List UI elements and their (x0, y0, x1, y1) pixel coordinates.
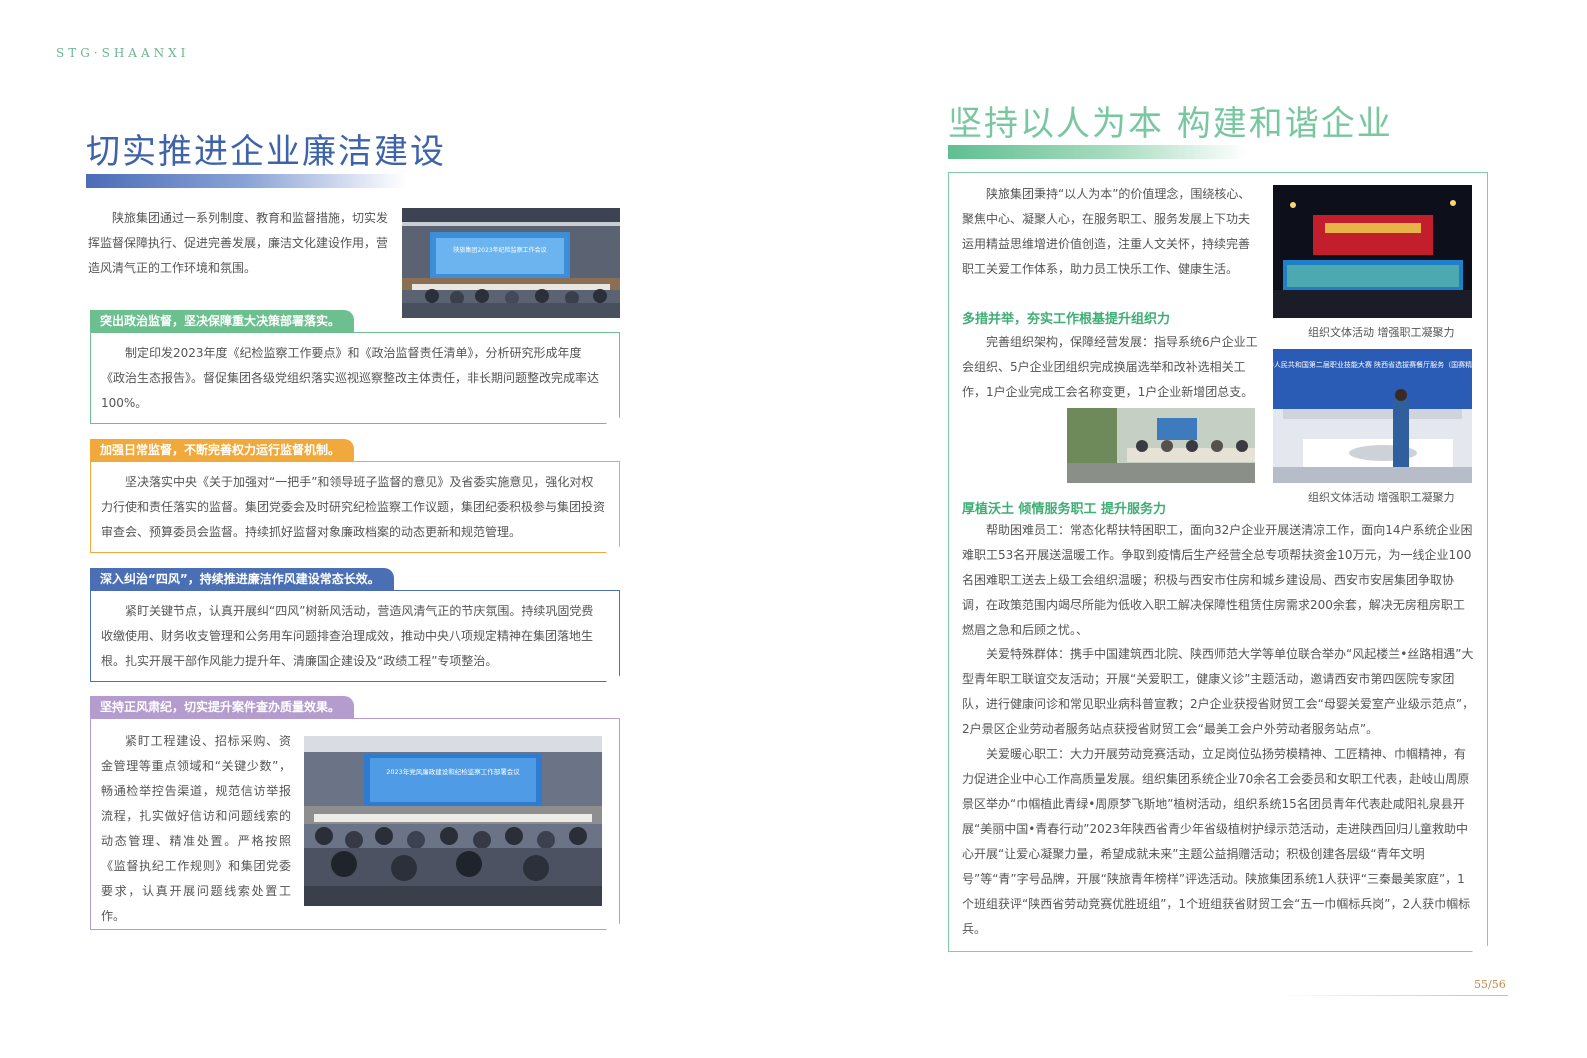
section-heading-case-handling: 坚持正风肃纪，切实提升案件查办质量效果。 (90, 696, 355, 718)
right-heading-service: 厚植沃土 倾情服务职工 提升服务力 (962, 502, 1167, 517)
right-page-title: 坚持以人为本 构建和谐企业 (948, 104, 1393, 144)
section-body-four-winds: 紧盯关键节点，认真开展纠“四风”树新风活动，营造风清气正的节庆氛围。持续巩固党费… (101, 604, 594, 668)
meeting-screen-text: 陕旅集团2023年纪检监察工作会议 (453, 246, 546, 254)
section-body-political-supervision: 制定印发2023年度《纪检监察工作要点》和《政治监督责任清单》，分析研究形成年度… (101, 346, 600, 410)
section-heading-four-winds: 深入纠治“四风”，持续推进廉洁作风建设常态长效。 (90, 568, 394, 590)
section-heading-daily-supervision: 加强日常监督，不断完善权力运行监督机制。 (90, 439, 355, 461)
left-page-title: 切实推进企业廉洁建设 (86, 132, 446, 172)
section-body-case-handling: 紧盯工程建设、招标采购、资金管理等重点领域和“关键少数”，畅通检举控告渠道，规范… (101, 734, 291, 923)
brand-logo-text: STG·SHAANXI (56, 46, 190, 60)
section-box-political-supervision: 制定印发2023年度《纪检监察工作要点》和《政治监督责任清单》，分析研究形成年度… (90, 332, 628, 437)
right-paragraph-special-groups: 关爱特殊群体：携手中国建筑西北院、陕西师范大学等单位联合举办“风起楼兰•丝路相遇… (962, 647, 1475, 736)
skills-competition-photo: 中华人民共和国第二届职业技能大赛 陕西省选拔赛餐厅服务（国赛精选） (1273, 349, 1472, 483)
stage-photo-caption: 组织文体活动 增强职工凝聚力 (1308, 326, 1455, 339)
right-paragraph-caring-employees: 关爱暖心职工：大力开展劳动竞赛活动，立足岗位弘扬劳模精神、工匠精神、巾帼精神，有… (962, 747, 1471, 936)
right-intro-paragraph: 陕旅集团秉持“以人为本”的价值理念，围绕核心、聚焦中心、凝聚人心，在服务职工、服… (962, 187, 1251, 276)
right-title-underline (948, 145, 1248, 159)
stage-performance-photo (1273, 185, 1472, 318)
left-intro-paragraph: 陕旅集团通过一系列制度、教育和监督措施，切实发挥监督保障执行、促进完善发展，廉洁… (88, 211, 389, 275)
right-paragraph-help-employees: 帮助困难员工：常态化帮扶特困职工，面向32户企业开展送清凉工作，面向14户系统企… (962, 523, 1473, 637)
left-title-underline (86, 174, 406, 188)
page-number-underline (1280, 995, 1508, 996)
competition-photo-caption: 组织文体活动 增强职工凝聚力 (1308, 491, 1455, 504)
section-body-daily-supervision: 坚决落实中央《关于加强对“一把手”和领导班子监督的意见》及省委实施意见，强化对权… (101, 475, 606, 539)
meeting-photo-top: 陕旅集团2023年纪检监察工作会议 (402, 208, 620, 318)
right-heading-organization: 多措并举，夯实工作根基提升组织力 (962, 312, 1171, 327)
section-box-four-winds: 紧盯关键节点，认真开展纠“四风”树新风活动，营造风清气正的节庆氛围。持续巩固党费… (90, 590, 628, 695)
office-meeting-photo (1067, 408, 1255, 483)
section-heading-political-supervision: 突出政治监督，坚决保障重大决策部署落实。 (90, 310, 355, 332)
meeting-photo-bottom: 2023年党风廉政建设和纪检监察工作部署会议 (304, 736, 602, 906)
competition-banner-text: 中华人民共和国第二届职业技能大赛 陕西省选拔赛餐厅服务（国赛精选） (1273, 360, 1472, 369)
right-paragraph-organization: 完善组织架构，保障经营发展：指导系统6户企业工会组织、5户企业团组织完成换届选举… (962, 335, 1258, 399)
page-number: 55/56 (1474, 978, 1506, 991)
meeting-screen-text-bottom: 2023年党风廉政建设和纪检监察工作部署会议 (386, 767, 520, 776)
section-box-daily-supervision: 坚决落实中央《关于加强对“一把手”和领导班子监督的意见》及省委实施意见，强化对权… (90, 461, 628, 566)
